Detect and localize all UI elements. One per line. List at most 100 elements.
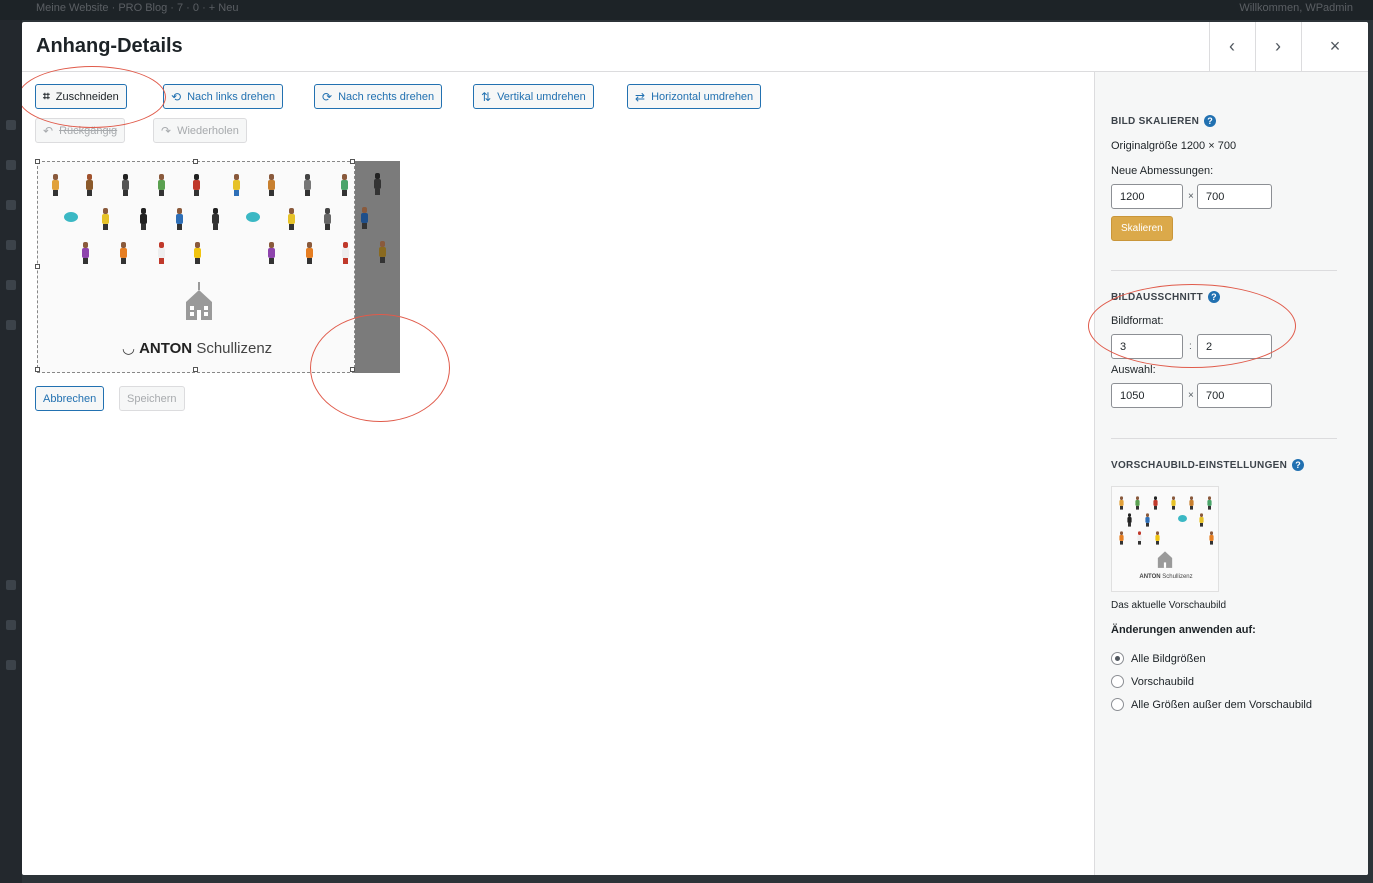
thumbnail-title-text: VORSCHAUBILD-EINSTELLUNGEN — [1111, 459, 1288, 471]
admin-bar-left: Meine Website · PRO Blog · 7 · 0 · + Neu — [36, 2, 239, 14]
thumbnail-logo: ANTON Schullizenz — [1112, 574, 1218, 580]
menu-icon — [6, 240, 16, 250]
menu-icon — [6, 660, 16, 670]
original-size-text: Originalgröße 1200 × 700 — [1111, 140, 1237, 152]
flip-horizontal-icon: ⇄ — [635, 89, 646, 104]
crop-title-text: BILDAUSSCHNITT — [1111, 291, 1203, 303]
figure-illustration — [1207, 496, 1212, 510]
crop-handle[interactable] — [193, 367, 198, 372]
figure-illustration — [1209, 531, 1214, 545]
figure-illustration — [341, 174, 348, 196]
menu-icon — [6, 580, 16, 590]
figure-illustration — [268, 174, 275, 196]
rotate-right-button[interactable]: ⟳ Nach rechts drehen — [314, 84, 443, 109]
selection-label: Auswahl: — [1111, 364, 1156, 376]
figure-illustration — [64, 212, 78, 222]
figure-illustration — [158, 242, 165, 264]
menu-icon — [6, 200, 16, 210]
radio-label: Vorschaubild — [1131, 675, 1194, 688]
radio-button[interactable] — [1111, 652, 1124, 665]
selection-height-input[interactable]: 700 — [1197, 383, 1272, 408]
flip-vertical-label: Vertikal umdrehen — [497, 90, 586, 103]
menu-icon — [6, 120, 16, 130]
crop-handle[interactable] — [35, 367, 40, 372]
figure-illustration — [1199, 513, 1204, 527]
save-button-label: Speichern — [127, 392, 177, 405]
close-button[interactable]: × — [1301, 22, 1368, 71]
flip-horizontal-button[interactable]: ⇄ Horizontal umdrehen — [627, 84, 762, 109]
times-sign: × — [1188, 390, 1194, 401]
apply-all-except-thumbnail-option[interactable]: Alle Größen außer dem Vorschaubild — [1111, 698, 1312, 711]
crop-button[interactable]: ⌗ Zuschneiden — [35, 84, 127, 109]
crop-handle[interactable] — [35, 264, 40, 269]
rotate-left-icon: ⟲ — [171, 89, 182, 104]
help-icon[interactable]: ? — [1207, 291, 1220, 303]
crop-dimmed-area — [355, 161, 400, 373]
current-thumbnail-caption: Das aktuelle Vorschaubild — [1111, 600, 1227, 611]
help-icon[interactable]: ? — [1204, 115, 1217, 127]
radio-label: Alle Bildgrößen — [1131, 652, 1206, 665]
scale-height-input[interactable]: 700 — [1197, 184, 1272, 209]
selection-width-input[interactable]: 1050 — [1111, 383, 1183, 408]
undo-icon: ↶ — [43, 123, 54, 138]
admin-bar: Meine Website · PRO Blog · 7 · 0 · + Neu… — [0, 0, 1373, 20]
radio-button[interactable] — [1111, 698, 1124, 711]
figure-illustration — [268, 242, 275, 264]
radio-label: Alle Größen außer dem Vorschaubild — [1131, 698, 1312, 711]
flip-vertical-button[interactable]: ⇅ Vertikal umdrehen — [473, 84, 594, 109]
help-icon[interactable]: ? — [1292, 459, 1305, 471]
crop-icon: ⌗ — [43, 89, 50, 103]
figure-illustration — [361, 207, 368, 229]
figure-illustration — [1135, 496, 1140, 510]
scale-button[interactable]: Skalieren — [1111, 216, 1173, 241]
crop-selection[interactable]: ◡ ANTON Schullizenz — [35, 159, 355, 373]
redo-label: Wiederholen — [177, 124, 239, 137]
new-dimensions-label: Neue Abmessungen: — [1111, 165, 1214, 177]
redo-button[interactable]: ↷ Wiederholen — [153, 118, 247, 143]
rotate-right-icon: ⟳ — [322, 89, 333, 104]
aspect-width-input[interactable]: 3 — [1111, 334, 1183, 359]
figure-illustration — [233, 174, 240, 196]
figure-illustration — [342, 242, 349, 264]
image-crop-area[interactable]: ◡ ANTON Schullizenz — [35, 159, 400, 373]
apply-changes-label: Änderungen anwenden auf: — [1111, 624, 1256, 636]
scale-width-input[interactable]: 1200 — [1111, 184, 1183, 209]
thumbnail-preview: ANTON Schullizenz — [1111, 486, 1219, 592]
crop-handle[interactable] — [193, 159, 198, 164]
save-button[interactable]: Speichern — [119, 386, 185, 411]
figure-illustration — [176, 208, 183, 230]
figure-illustration — [1178, 515, 1187, 522]
apply-all-sizes-option[interactable]: Alle Bildgrößen — [1111, 652, 1206, 665]
next-button[interactable]: › — [1255, 22, 1300, 71]
image-settings-sidebar: BILD SKALIEREN ? Originalgröße 1200 × 70… — [1088, 72, 1368, 875]
figure-illustration — [1189, 496, 1194, 510]
section-divider — [1111, 438, 1337, 439]
figure-illustration — [158, 174, 165, 196]
crop-handle[interactable] — [35, 159, 40, 164]
chevron-right-icon: › — [1275, 36, 1281, 56]
school-building-icon — [186, 282, 212, 320]
radio-button[interactable] — [1111, 675, 1124, 688]
apply-thumbnail-option[interactable]: Vorschaubild — [1111, 675, 1194, 688]
undo-button[interactable]: ↶ Rückgängig — [35, 118, 126, 143]
figure-illustration — [193, 174, 200, 196]
rotate-left-button[interactable]: ⟲ Nach links drehen — [163, 84, 284, 109]
figure-illustration — [120, 242, 127, 264]
redo-icon: ↷ — [161, 123, 172, 138]
cancel-button[interactable]: Abbrechen — [35, 386, 105, 411]
figure-illustration — [212, 208, 219, 230]
logo-smile-icon: ◡ — [121, 340, 140, 357]
figure-illustration — [122, 174, 129, 196]
figure-illustration — [102, 208, 109, 230]
aspect-height-input[interactable]: 2 — [1197, 334, 1272, 359]
menu-icon — [6, 160, 16, 170]
figure-illustration — [1155, 531, 1160, 545]
chevron-left-icon: ‹ — [1229, 36, 1235, 56]
previous-button[interactable]: ‹ — [1209, 22, 1254, 71]
flip-vertical-icon: ⇅ — [481, 89, 492, 104]
close-icon: × — [1329, 36, 1341, 56]
flip-horizontal-label: Horizontal umdrehen — [651, 90, 754, 103]
school-building-icon — [1157, 551, 1173, 568]
figure-illustration — [379, 241, 386, 263]
figure-illustration — [324, 208, 331, 230]
